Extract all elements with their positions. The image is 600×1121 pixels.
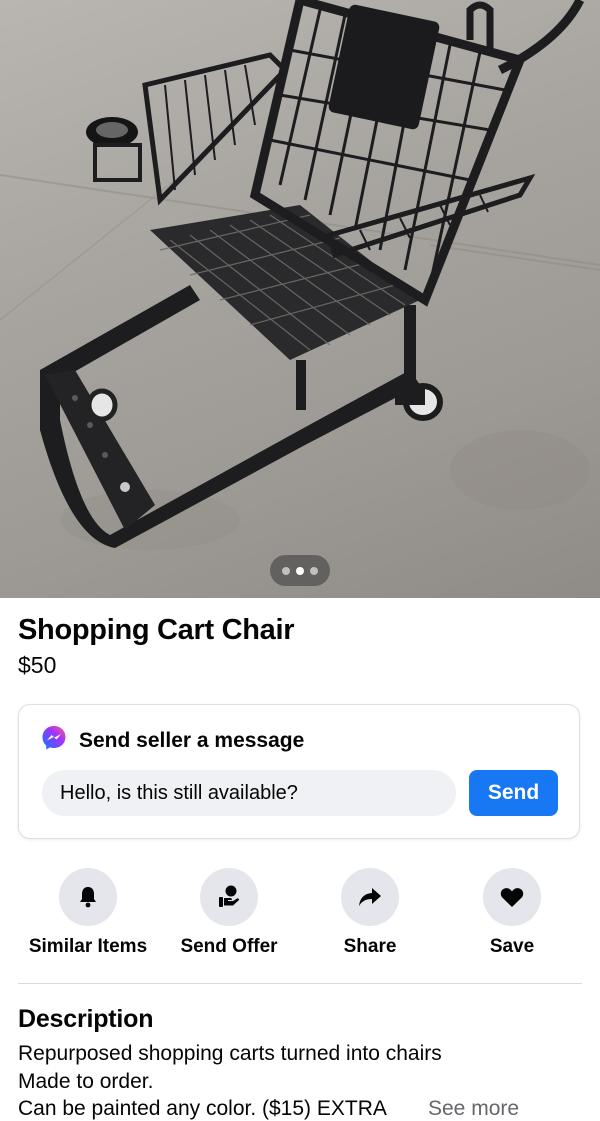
send-message-card: Send seller a message Send	[18, 704, 580, 839]
message-input[interactable]	[42, 770, 456, 816]
send-offer-button[interactable]: Send Offer	[159, 868, 299, 958]
save-button[interactable]: Save	[442, 868, 582, 958]
send-offer-label: Send Offer	[180, 936, 278, 957]
send-message-title: Send seller a message	[79, 728, 305, 752]
bell-icon	[59, 868, 117, 926]
listing-photo[interactable]	[0, 0, 600, 598]
pager-dot[interactable]	[310, 566, 318, 575]
offer-hand-icon	[200, 868, 258, 926]
save-label: Save	[489, 936, 535, 957]
similar-items-label: Similar Items	[28, 936, 148, 957]
pager-dot-active[interactable]	[296, 566, 304, 575]
heart-icon	[483, 868, 541, 926]
description-line: Repurposed shopping carts turned into ch…	[18, 1042, 442, 1065]
see-more-link[interactable]: See more	[428, 1097, 519, 1121]
description-heading: Description	[18, 1005, 154, 1033]
description-line: Made to order.	[18, 1070, 154, 1093]
similar-items-button[interactable]: Similar Items	[18, 868, 158, 958]
action-bar: Similar Items Send Offer Share Save	[0, 868, 600, 968]
messenger-icon	[41, 725, 67, 756]
description-line: Can be painted any color. ($15) EXTRA	[18, 1097, 387, 1120]
share-button[interactable]: Share	[300, 868, 440, 958]
share-arrow-icon	[341, 868, 399, 926]
shopping-cart-chair-image	[0, 0, 600, 550]
section-divider	[18, 983, 582, 984]
listing-price: $50	[18, 652, 57, 678]
photo-pager[interactable]	[270, 555, 330, 586]
listing-title: Shopping Cart Chair	[18, 614, 295, 646]
share-label: Share	[343, 936, 397, 957]
send-button[interactable]: Send	[469, 770, 558, 816]
send-message-header: Send seller a message	[41, 725, 304, 756]
pager-dot[interactable]	[282, 566, 290, 575]
